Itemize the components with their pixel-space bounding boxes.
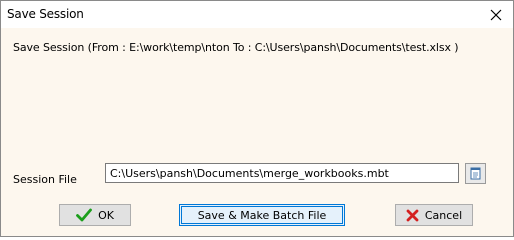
dialog-body: Save Session (From : E:\work\temp\nton T… [1,28,513,236]
cancel-button-label: Cancel [424,208,463,222]
close-icon [490,9,502,20]
save-session-dialog: Save Session Save Session (From : E:\wor… [0,0,514,237]
ok-button-label: OK [98,208,114,222]
title-bar: Save Session [1,1,513,28]
window-title: Save Session [7,7,84,21]
save-and-make-batch-button[interactable]: Save & Make Batch File [179,204,345,226]
browse-file-icon [470,167,481,180]
session-file-input[interactable] [105,163,459,183]
red-x-icon [406,209,419,222]
session-info-text: Save Session (From : E:\work\temp\nton T… [13,41,459,54]
checkmark-icon [76,208,92,222]
save-and-make-batch-label: Save & Make Batch File [197,208,327,222]
close-button[interactable] [479,1,513,28]
session-file-label: Session File [13,173,77,186]
ok-button[interactable]: OK [59,204,131,226]
cancel-button[interactable]: Cancel [395,204,473,226]
browse-button[interactable] [465,163,486,184]
